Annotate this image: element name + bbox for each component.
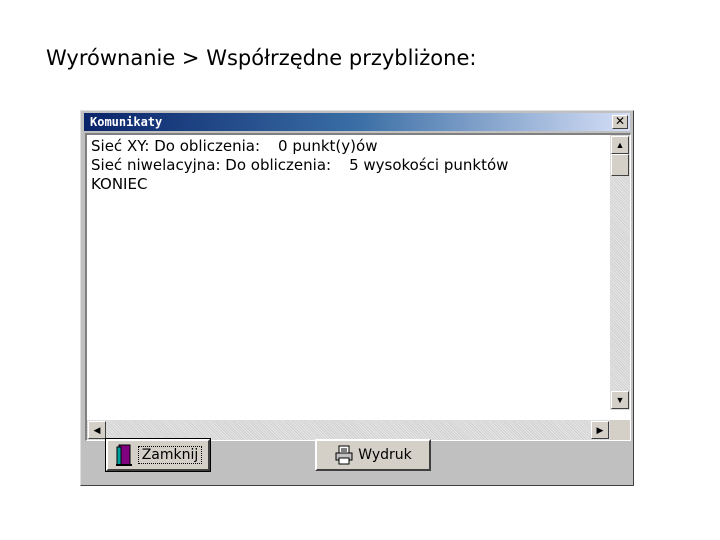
print-button-label: Wydruk (358, 447, 412, 463)
close-button-label: Zamknij (137, 446, 203, 464)
scroll-right-button[interactable]: ▶ (591, 421, 609, 439)
arrow-right-icon: ▶ (596, 425, 604, 435)
print-button[interactable]: Wydruk (315, 439, 431, 471)
page-title: Wyrównanie > Współrzędne przybliżone: (46, 46, 477, 70)
window-close-button[interactable]: ✕ (612, 115, 628, 129)
messages-content: Sieć XY: Do obliczenia: 0 punkt(y)ów Sieć… (91, 137, 606, 407)
message-prefix: Sieć (91, 137, 127, 155)
door-exit-icon (114, 443, 134, 467)
message-label: XY: Do obliczenia: (126, 137, 261, 155)
message-end-line: KONIEC (91, 175, 148, 193)
messages-textarea[interactable]: Sieć XY: Do obliczenia: 0 punkt(y)ów Sieć… (85, 133, 631, 441)
message-line-xy: Sieć XY: Do obliczenia: 0 punkt(y)ów (91, 137, 606, 156)
printer-icon (334, 445, 354, 465)
horizontal-scrollbar[interactable]: ◀ ▶ (87, 420, 610, 440)
close-icon: ✕ (614, 114, 626, 128)
arrow-up-icon: ▲ (615, 140, 625, 150)
message-label: niwelacyjna: Do obliczenia: (126, 156, 332, 174)
arrow-down-icon: ▼ (615, 395, 625, 405)
scroll-left-button[interactable]: ◀ (88, 421, 106, 439)
scroll-up-button[interactable]: ▲ (611, 136, 629, 154)
message-prefix: Sieć (91, 156, 127, 174)
window-title: Komunikaty (90, 115, 163, 129)
messages-window: Komunikaty ✕ Sieć XY: Do obliczenia: 0 pu… (80, 110, 634, 486)
message-value: 0 punkt(y)ów (278, 137, 378, 155)
vertical-scrollbar[interactable]: ▲ ▼ (610, 135, 630, 410)
vertical-scroll-thumb[interactable] (611, 154, 629, 176)
close-button[interactable]: Zamknij (105, 438, 211, 472)
window-titlebar[interactable]: Komunikaty ✕ (84, 113, 630, 131)
scroll-down-button[interactable]: ▼ (611, 391, 629, 409)
arrow-left-icon: ◀ (93, 425, 101, 435)
scrollbar-corner (610, 420, 630, 440)
message-line-leveling: Sieć niwelacyjna: Do obliczenia: 5 wysoko… (91, 156, 606, 175)
message-value: 5 wysokości punktów (349, 156, 509, 174)
